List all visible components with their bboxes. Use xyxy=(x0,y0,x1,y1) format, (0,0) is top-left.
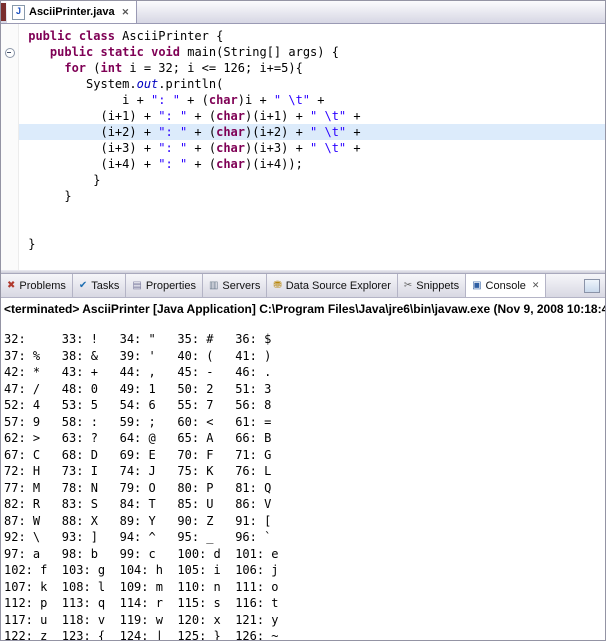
eclipse-window: J AsciiPrinter.java ✕ public class Ascii… xyxy=(0,0,606,641)
code-line[interactable]: for (int i = 32; i <= 126; i+=5){ xyxy=(1,60,605,76)
code-line[interactable]: public class AsciiPrinter { xyxy=(1,28,605,44)
data-source-explorer-icon: ⛃ xyxy=(273,281,281,291)
code-line[interactable]: (i+4) + ": " + (char)(i+4)); xyxy=(1,156,605,172)
tab-edge-accent xyxy=(1,3,6,21)
tab-label: Problems xyxy=(19,280,65,292)
code-editor[interactable]: public class AsciiPrinter { public stati… xyxy=(1,24,605,270)
console-output[interactable]: 32: 33: ! 34: " 35: # 36: $ 37: % 38: & … xyxy=(1,329,605,640)
close-icon[interactable]: ✕ xyxy=(122,7,130,18)
code-line[interactable]: } xyxy=(1,172,605,188)
tab-label: Properties xyxy=(146,280,196,292)
editor-tab-asciiprinter[interactable]: J AsciiPrinter.java ✕ xyxy=(7,1,137,23)
editor-tab-bar: J AsciiPrinter.java ✕ xyxy=(1,1,605,24)
tab-label: Tasks xyxy=(91,280,119,292)
view-menu-icon[interactable] xyxy=(584,279,600,293)
close-icon[interactable]: ✕ xyxy=(532,280,540,291)
tab-snippets[interactable]: ✂ Snippets xyxy=(398,274,466,297)
tab-servers[interactable]: ▥ Servers xyxy=(203,274,267,297)
fold-collapse-icon[interactable] xyxy=(5,48,15,58)
tab-label: Console xyxy=(486,280,526,292)
console-view: <terminated> AsciiPrinter [Java Applicat… xyxy=(1,298,605,640)
code-line[interactable]: public static void main(String[] args) { xyxy=(1,44,605,60)
console-icon: ▣ xyxy=(472,281,481,291)
tab-label: Snippets xyxy=(416,280,459,292)
code-line[interactable]: (i+3) + ": " + (char)(i+3) + " \t" + xyxy=(1,140,605,156)
tab-console[interactable]: ▣ Console ✕ xyxy=(466,274,546,297)
servers-icon: ▥ xyxy=(209,281,218,291)
tasks-icon: ✔ xyxy=(79,281,87,291)
code-line[interactable]: } xyxy=(1,188,605,204)
java-file-icon: J xyxy=(12,5,25,20)
properties-icon: ▤ xyxy=(132,281,141,291)
tab-data-source-explorer[interactable]: ⛃ Data Source Explorer xyxy=(267,274,398,297)
tab-label: Servers xyxy=(222,280,260,292)
problems-icon: ✖ xyxy=(7,281,15,291)
tab-tasks[interactable]: ✔ Tasks xyxy=(73,274,127,297)
editor-tab-label: AsciiPrinter.java xyxy=(29,6,115,18)
tab-label: Data Source Explorer xyxy=(286,280,391,292)
code-line[interactable]: (i+1) + ": " + (char)(i+1) + " \t" + xyxy=(1,108,605,124)
console-process-label: <terminated> AsciiPrinter [Java Applicat… xyxy=(1,298,605,317)
code-line[interactable]: } xyxy=(1,236,605,252)
tab-properties[interactable]: ▤ Properties xyxy=(126,274,203,297)
code-line-current[interactable]: (i+2) + ": " + (char)(i+2) + " \t" + xyxy=(1,124,605,140)
snippets-icon: ✂ xyxy=(404,281,412,291)
code-area: public class AsciiPrinter { public stati… xyxy=(1,24,605,252)
code-line[interactable]: i + ": " + (char)i + " \t" + xyxy=(1,92,605,108)
bottom-view-tab-bar: ✖ Problems ✔ Tasks ▤ Properties ▥ Servers ⛃ Data … xyxy=(1,273,605,298)
tab-problems[interactable]: ✖ Problems xyxy=(1,274,73,297)
folding-gutter xyxy=(1,24,19,270)
code-line[interactable]: System.out.println( xyxy=(1,76,605,92)
code-line[interactable] xyxy=(1,204,605,220)
code-line[interactable] xyxy=(1,220,605,236)
